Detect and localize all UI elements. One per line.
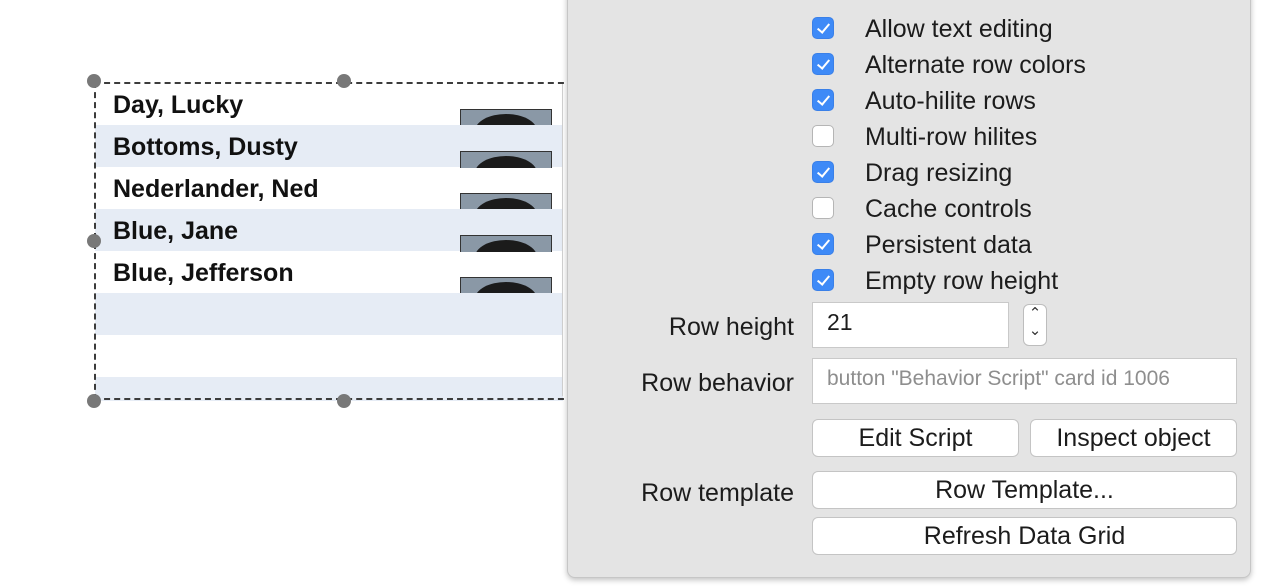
resize-handle-bottom-middle[interactable] <box>337 394 351 408</box>
option-label: Alternate row colors <box>865 51 1086 79</box>
row-height-label: Row height <box>668 313 794 341</box>
edit-script-button[interactable]: Edit Script <box>812 419 1019 457</box>
option-label: Drag resizing <box>865 159 1013 187</box>
row-template-button[interactable]: Row Template... <box>812 471 1237 509</box>
inspect-object-button[interactable]: Inspect object <box>1030 419 1237 457</box>
resize-handle-top-left[interactable] <box>87 74 101 88</box>
row-behavior-field[interactable]: button "Behavior Script" card id 1006 <box>812 358 1237 404</box>
option-label: Multi-row hilites <box>865 123 1038 151</box>
option-label: Allow text editing <box>865 15 1053 43</box>
stepper-up-icon[interactable]: ⌃ <box>1024 305 1046 322</box>
stepper-down-icon[interactable]: ⌄ <box>1024 322 1046 339</box>
checkbox-persistent-data[interactable] <box>812 233 834 255</box>
inspector-panel: Allow text editing Alternate row colors … <box>567 0 1251 578</box>
option-label: Auto-hilite rows <box>865 87 1036 115</box>
checkbox-allow-text-editing[interactable] <box>812 17 834 39</box>
row-height-stepper[interactable]: ⌃ ⌄ <box>1023 304 1047 346</box>
checkbox-drag-resizing[interactable] <box>812 161 834 183</box>
checkbox-empty-row-height[interactable] <box>812 269 834 291</box>
resize-handle-top-middle[interactable] <box>337 74 351 88</box>
checkbox-multi-row-hilites[interactable] <box>812 125 834 147</box>
option-label: Cache controls <box>865 195 1032 223</box>
checkbox-alternate-row-colors[interactable] <box>812 53 834 75</box>
refresh-data-grid-button[interactable]: Refresh Data Grid <box>812 517 1237 555</box>
option-label: Empty row height <box>865 267 1059 295</box>
checkbox-cache-controls[interactable] <box>812 197 834 219</box>
resize-handle-bottom-left[interactable] <box>87 394 101 408</box>
row-behavior-label: Row behavior <box>641 369 794 397</box>
resize-handle-middle-left[interactable] <box>87 234 101 248</box>
row-template-label: Row template <box>641 479 794 507</box>
row-height-input[interactable]: 21 <box>812 302 1009 348</box>
selection-border <box>94 82 574 400</box>
option-label: Persistent data <box>865 231 1032 259</box>
checkbox-auto-hilite-rows[interactable] <box>812 89 834 111</box>
